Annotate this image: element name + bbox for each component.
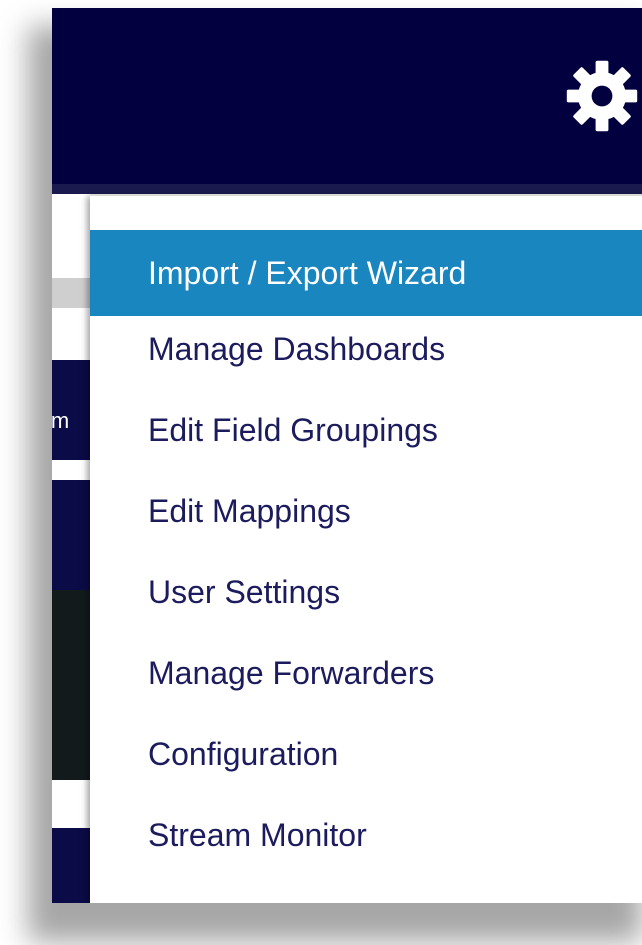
menu-item-edit-field-groupings[interactable]: Edit Field Groupings bbox=[90, 389, 642, 471]
background-page-fragment bbox=[52, 278, 92, 308]
menu-item-threat-management[interactable]: Threat Management bbox=[90, 878, 642, 903]
menu-item-edit-mappings[interactable]: Edit Mappings bbox=[90, 470, 642, 552]
menu-item-configuration[interactable]: Configuration bbox=[90, 713, 642, 795]
topbar-divider bbox=[52, 184, 642, 194]
menu-item-stream-monitor[interactable]: Stream Monitor bbox=[90, 794, 642, 876]
settings-dropdown-menu: Import / Export Wizard Manage Dashboards… bbox=[90, 194, 642, 903]
menu-item-manage-dashboards[interactable]: Manage Dashboards bbox=[90, 308, 642, 390]
top-navigation-bar bbox=[52, 8, 642, 184]
menu-item-import-export-wizard[interactable]: Import / Export Wizard bbox=[90, 230, 642, 316]
background-page-fragment bbox=[52, 828, 92, 903]
menu-item-manage-forwarders[interactable]: Manage Forwarders bbox=[90, 632, 642, 714]
app-window: im Import / Export Wizard Manage Dashboa… bbox=[52, 8, 642, 903]
background-page-text: im bbox=[52, 408, 70, 433]
background-page-fragment bbox=[52, 480, 92, 590]
background-page-fragment bbox=[52, 590, 92, 780]
gear-icon[interactable] bbox=[562, 56, 642, 136]
menu-item-user-settings[interactable]: User Settings bbox=[90, 551, 642, 633]
